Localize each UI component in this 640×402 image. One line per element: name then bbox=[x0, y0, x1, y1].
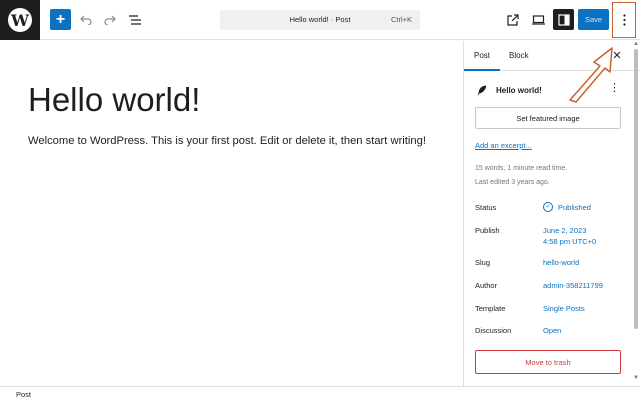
add-block-button[interactable]: + bbox=[50, 9, 71, 30]
set-featured-image-button[interactable]: Set featured image bbox=[475, 107, 621, 129]
sidebar-post-title: Hello world! bbox=[496, 85, 542, 95]
slug-label: Slug bbox=[475, 258, 491, 267]
command-palette-bar[interactable]: Hello world! · Post Ctrl+K bbox=[220, 10, 420, 30]
editor-canvas[interactable]: Hello world! Welcome to WordPress. This … bbox=[0, 41, 463, 386]
wordpress-logo-glyph: W bbox=[8, 8, 32, 32]
scroll-down-icon[interactable]: ▼ bbox=[633, 375, 639, 381]
author-label: Author bbox=[475, 281, 498, 290]
template-label: Template bbox=[475, 304, 506, 313]
status-label: Status bbox=[475, 203, 497, 212]
publish-label: Publish bbox=[475, 226, 500, 235]
preview-device-icon[interactable] bbox=[528, 10, 548, 30]
command-shortcut: Ctrl+K bbox=[390, 15, 412, 24]
status-value[interactable]: ✓ Published bbox=[543, 202, 591, 212]
list-view-icon[interactable] bbox=[125, 10, 145, 30]
slug-value[interactable]: hello-world bbox=[543, 258, 579, 267]
options-icon[interactable] bbox=[612, 2, 636, 38]
status-value-text: Published bbox=[558, 202, 591, 212]
published-check-icon: ✓ bbox=[543, 202, 553, 212]
annotation-arrow-icon bbox=[569, 47, 613, 103]
scroll-up-icon[interactable]: ▲ bbox=[633, 41, 639, 47]
discussion-label: Discussion bbox=[475, 326, 512, 335]
last-edited-text: Last edited 3 years ago. bbox=[475, 179, 550, 186]
redo-icon[interactable] bbox=[100, 10, 120, 30]
word-count-text: 15 words, 1 minute read time. bbox=[475, 165, 568, 172]
save-button[interactable]: Save bbox=[578, 9, 609, 30]
publish-date-value[interactable]: June 2, 2023 bbox=[543, 226, 586, 235]
move-to-trash-button[interactable]: Move to trash bbox=[475, 350, 621, 374]
sidebar-scrollbar[interactable] bbox=[634, 49, 638, 329]
breadcrumb[interactable]: Post bbox=[16, 390, 31, 399]
wordpress-logo-icon[interactable]: W bbox=[0, 0, 40, 40]
tab-post[interactable]: Post bbox=[464, 41, 501, 71]
post-paragraph[interactable]: Welcome to WordPress. This is your first… bbox=[28, 135, 426, 147]
tab-block[interactable]: Block bbox=[499, 41, 539, 71]
settings-panel-icon[interactable] bbox=[553, 9, 574, 30]
add-excerpt-link[interactable]: Add an excerpt... bbox=[475, 141, 532, 150]
view-external-icon[interactable] bbox=[503, 10, 523, 30]
template-value[interactable]: Single Posts bbox=[543, 304, 585, 313]
post-feather-icon bbox=[476, 84, 488, 96]
top-toolbar: W + Hello world! · Post Ctrl+K Save bbox=[0, 0, 640, 40]
post-summary-header: Hello world! bbox=[476, 83, 542, 97]
author-value[interactable]: admin-358211799 bbox=[543, 281, 603, 290]
discussion-value[interactable]: Open bbox=[543, 326, 561, 335]
publish-time-value[interactable]: 4:58 pm UTC+0 bbox=[543, 237, 596, 246]
post-title[interactable]: Hello world! bbox=[28, 81, 200, 119]
footer-breadcrumb-bar: Post bbox=[0, 386, 640, 402]
undo-icon[interactable] bbox=[76, 10, 96, 30]
